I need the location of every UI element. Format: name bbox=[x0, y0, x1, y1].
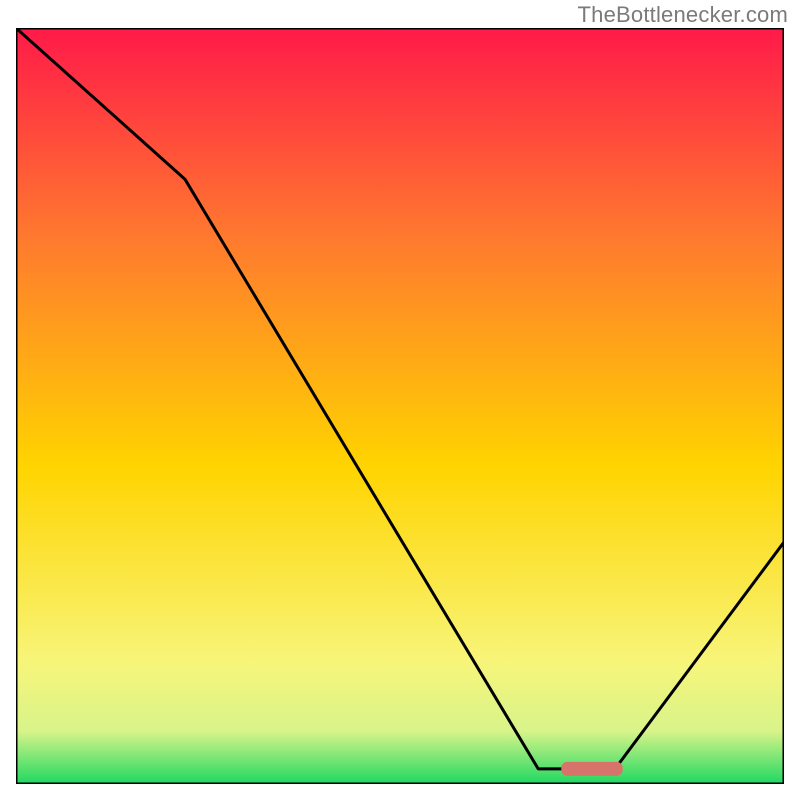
watermark-text: TheBottlenecker.com bbox=[578, 2, 788, 28]
optimal-range-marker bbox=[561, 762, 622, 776]
plot-svg bbox=[16, 28, 784, 784]
gradient-background bbox=[16, 28, 784, 784]
bottleneck-plot bbox=[16, 28, 784, 784]
